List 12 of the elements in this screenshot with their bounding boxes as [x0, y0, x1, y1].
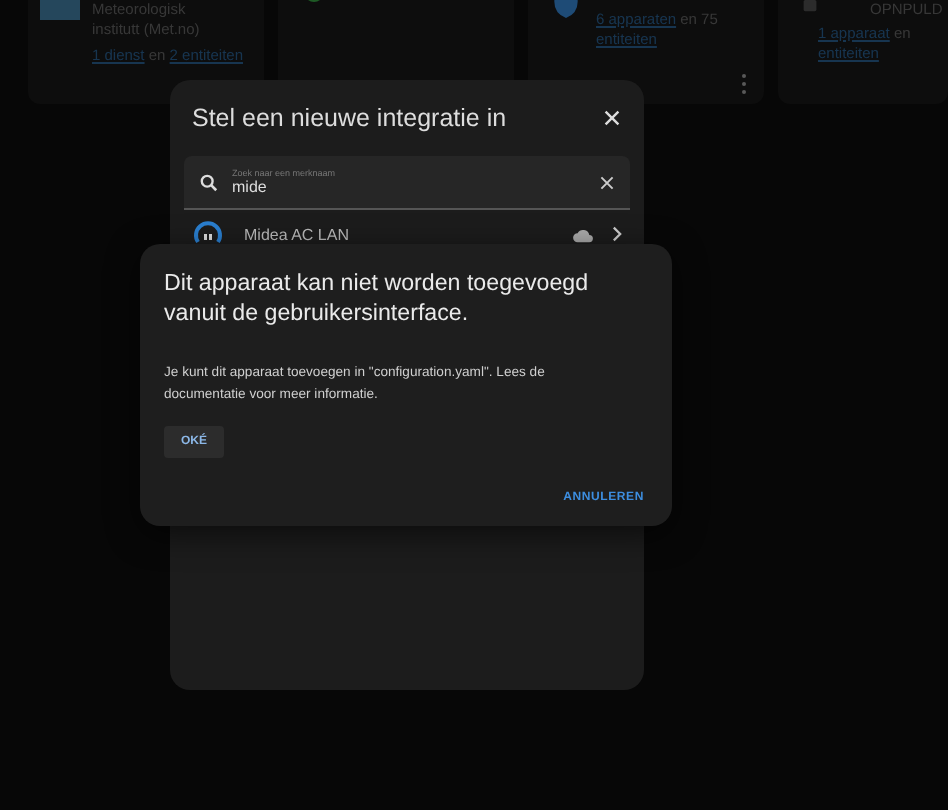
- integration-name: Midea AC LAN: [244, 225, 351, 243]
- cloud-icon: [572, 225, 594, 243]
- search-icon: [200, 173, 218, 191]
- close-icon[interactable]: [604, 110, 620, 126]
- more-icon[interactable]: [740, 72, 748, 96]
- alert-title: Dit apparaat kan niet worden toegevoegd vanuit de gebruikersinterface.: [164, 268, 591, 328]
- integration-item[interactable]: Midea AC LAN: [184, 216, 630, 252]
- clear-icon[interactable]: [600, 175, 614, 189]
- device-icon: [802, 0, 818, 16]
- search-field[interactable]: mide: [232, 178, 280, 196]
- chevron-icon: [612, 226, 622, 242]
- dialog-title: Stel een nieuwe integratie in: [192, 104, 507, 132]
